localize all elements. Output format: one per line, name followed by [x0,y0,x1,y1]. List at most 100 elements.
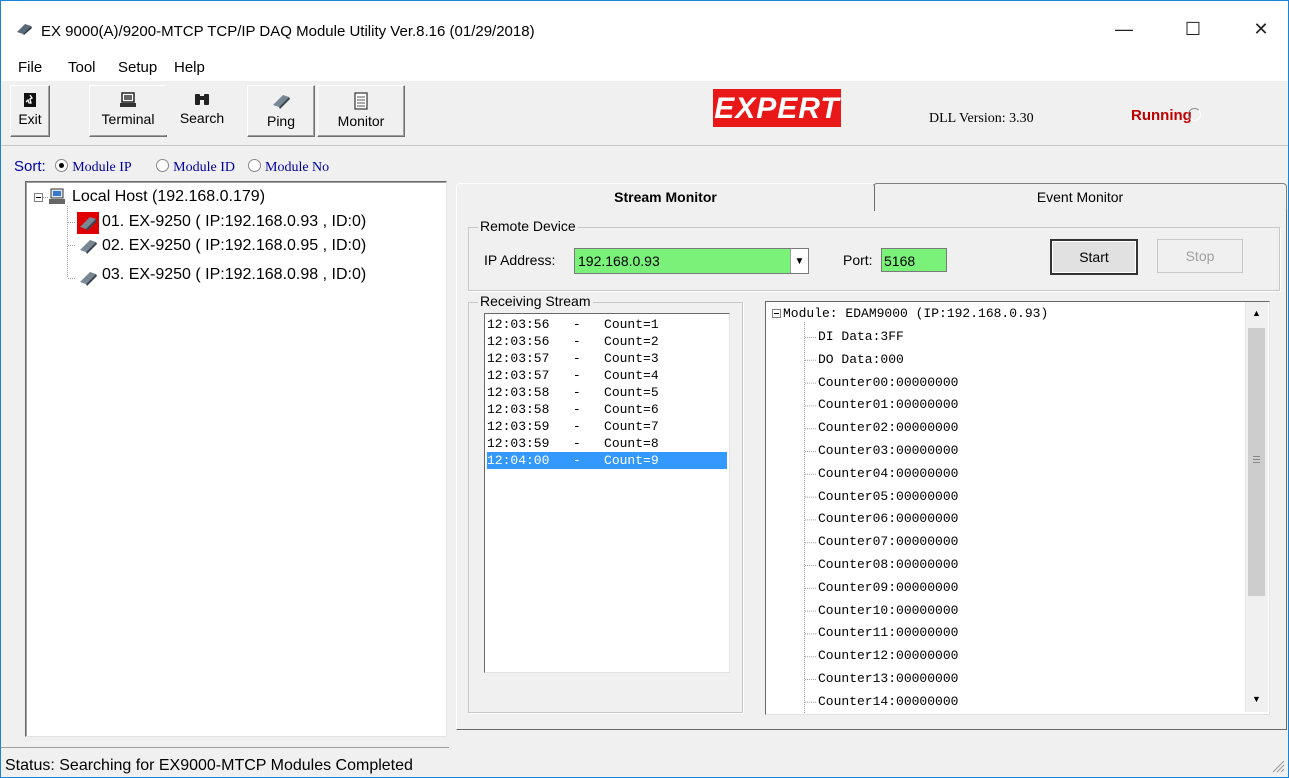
sort-group: Sort: Module IP Module ID Module No [14,158,329,176]
data-tree-item[interactable]: Counter10:00000000 [818,602,958,620]
stream-row-time: 12:03:58 [487,385,550,400]
resize-grip-icon[interactable] [1271,759,1285,773]
sort-option-module-no[interactable]: Module No [248,159,330,175]
start-button[interactable]: Start [1050,239,1138,275]
stream-row-separator: - [549,419,605,434]
data-tree-item[interactable]: Counter14:00000000 [818,693,958,711]
sort-option-module-ip[interactable]: Module IP [55,159,131,175]
stream-row-time: 12:03:58 [487,402,550,417]
stream-row-separator: - [549,334,605,349]
data-tree-item[interactable]: Counter08:00000000 [818,556,958,574]
stream-row[interactable]: 12:03:56 - Count=2 [487,333,727,350]
monitor-button[interactable]: Monitor [317,85,405,137]
stream-row-separator: - [549,317,605,332]
tree-root[interactable]: Local Host (192.168.0.179) [72,188,265,206]
module-tree[interactable]: Local Host (192.168.0.179) 01. EX-9250 (… [25,181,447,737]
terminal-button[interactable]: Terminal [89,85,167,137]
data-tree-lines [772,309,817,714]
minimize-button[interactable]: — [1101,11,1147,47]
data-tree-item[interactable]: DI Data:3FF [818,328,904,346]
data-tree-item[interactable]: Counter09:00000000 [818,579,958,597]
stream-row-separator: - [549,385,605,400]
stream-row-count: Count=3 [604,351,659,366]
stream-row[interactable]: 12:04:00 - Count=9 [487,452,727,469]
close-button[interactable]: ✕ [1238,11,1284,47]
binoculars-icon [195,94,209,105]
menu-help[interactable]: Help [174,59,205,76]
module-data-tree[interactable]: Module: EDAM9000 (IP:192.168.0.93) DI Da… [765,301,1270,715]
stream-row[interactable]: 12:03:59 - Count=7 [487,418,727,435]
stream-row[interactable]: 12:03:59 - Count=8 [487,435,727,452]
port-input[interactable]: 5168 [881,248,947,272]
running-indicator [1188,108,1201,121]
status-divider [1,747,449,748]
running-status: Running [1131,107,1192,124]
tree-item-module-01[interactable]: 01. EX-9250 ( IP:192.168.0.93 , ID:0) [102,213,366,231]
stream-list[interactable]: 12:03:56 - Count=1 12:03:56 - Count=2 12:0… [484,313,730,673]
data-tree-item[interactable]: Counter03:00000000 [818,442,958,460]
data-tree-item[interactable]: Counter12:00000000 [818,647,958,665]
toolbar: Exit Terminal Search Ping Monitor [1,81,1288,146]
data-tree-item[interactable]: Counter06:00000000 [818,510,958,528]
data-tree-item[interactable]: DO Data:000 [818,351,904,369]
menu-tool[interactable]: Tool [68,59,96,76]
dropdown-arrow-icon[interactable]: ▼ [790,249,808,273]
sort-option-module-id[interactable]: Module ID [156,159,235,175]
terminal-label: Terminal [101,111,155,127]
ping-button[interactable]: Ping [247,85,315,137]
stream-row-count: Count=9 [604,453,659,468]
data-tree-item[interactable]: Counter11:00000000 [818,624,958,642]
sort-option-module-no-label: Module No [265,160,330,175]
monitor-label: Monitor [337,113,385,129]
stream-row[interactable]: 12:03:56 - Count=1 [487,316,727,333]
stream-row-separator: - [549,453,605,468]
logo-text: EXPERT [714,92,841,125]
close-icon: ✕ [1253,18,1269,39]
tab-stream-monitor[interactable]: Stream Monitor [456,183,875,211]
ip-address-label: IP Address: [484,252,556,268]
module-icon [273,95,290,109]
ip-address-combobox[interactable]: 192.168.0.93 ▼ [574,248,809,274]
window-title: EX 9000(A)/9200-MTCP TCP/IP DAQ Module U… [41,23,535,40]
module-icon [80,272,97,286]
sort-label: Sort: [14,158,46,175]
stream-row-count: Count=2 [604,334,659,349]
stream-row[interactable]: 12:03:58 - Count=5 [487,384,727,401]
data-tree-root[interactable]: Module: EDAM9000 (IP:192.168.0.93) [783,305,1048,323]
maximize-button[interactable]: ☐ [1170,11,1216,47]
app-window: EX 9000(A)/9200-MTCP TCP/IP DAQ Module U… [0,0,1289,778]
menu-bar: File Tool Setup Help [1,53,1288,81]
tree-item-module-02[interactable]: 02. EX-9250 ( IP:192.168.0.95 , ID:0) [102,237,366,255]
tab-event-monitor[interactable]: Event Monitor [873,183,1287,210]
status-text: Status: Searching for EX9000-MTCP Module… [5,757,413,774]
module-icon [80,240,97,254]
data-tree-item[interactable]: Counter04:00000000 [818,465,958,483]
scrollbar-thumb[interactable] [1248,328,1265,596]
radio-icon [248,159,261,172]
data-tree-item[interactable]: Counter05:00000000 [818,488,958,506]
title-bar: EX 9000(A)/9200-MTCP TCP/IP DAQ Module U… [1,1,1288,53]
scroll-up-icon[interactable]: ▲ [1252,308,1261,318]
exit-button[interactable]: Exit [10,85,50,137]
data-tree-item[interactable]: Counter00:00000000 [818,374,958,392]
stream-row-time: 12:04:00 [487,453,550,468]
vertical-scrollbar[interactable]: ▲ ▼ [1245,302,1268,712]
scroll-down-icon[interactable]: ▼ [1252,694,1261,704]
stream-row-count: Count=7 [604,419,659,434]
tree-item-module-03[interactable]: 03. EX-9250 ( IP:192.168.0.98 , ID:0) [102,266,366,284]
menu-file[interactable]: File [18,59,42,76]
ip-address-value: 192.168.0.93 [575,249,790,273]
data-tree-item[interactable]: Counter02:00000000 [818,419,958,437]
stream-row-time: 12:03:56 [487,334,550,349]
menu-setup[interactable]: Setup [118,59,157,76]
data-tree-item[interactable]: Counter13:00000000 [818,670,958,688]
search-button[interactable]: Search [165,85,239,135]
data-tree-item[interactable]: Counter01:00000000 [818,396,958,414]
stream-row[interactable]: 12:03:58 - Count=6 [487,401,727,418]
data-tree-item[interactable]: Counter07:00000000 [818,533,958,551]
stream-row-time: 12:03:59 [487,419,550,434]
stream-row[interactable]: 12:03:57 - Count=4 [487,367,727,384]
stop-button[interactable]: Stop [1157,239,1243,273]
stream-row[interactable]: 12:03:57 - Count=3 [487,350,727,367]
stream-row-count: Count=4 [604,368,659,383]
